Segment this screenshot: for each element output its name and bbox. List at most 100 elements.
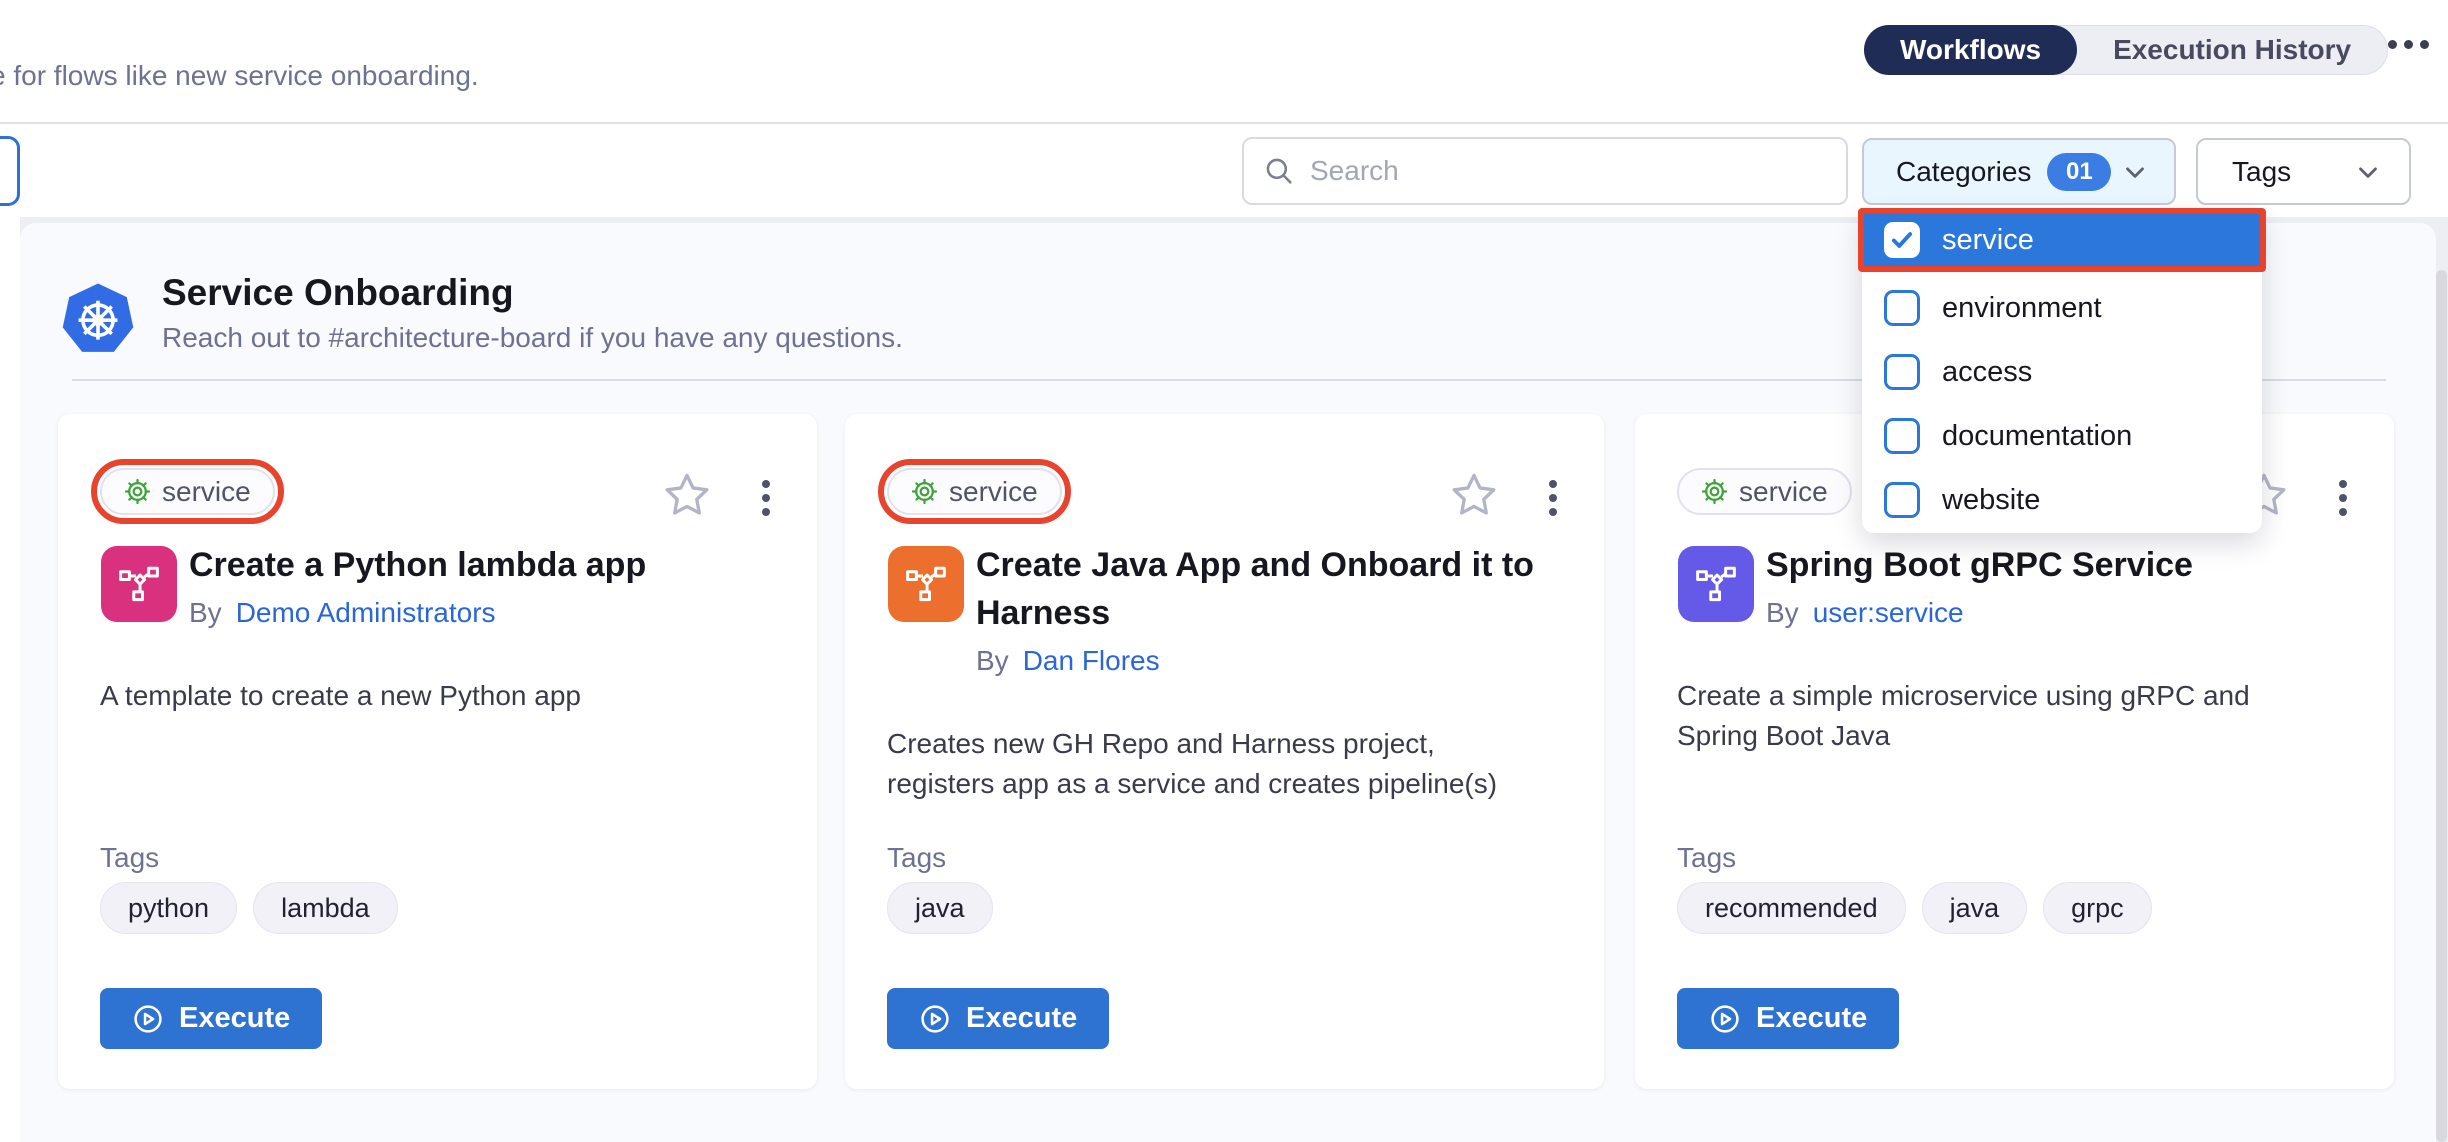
by-label: By <box>189 597 222 629</box>
tag-pill[interactable]: python <box>100 882 237 934</box>
category-chip: service <box>1677 468 1852 515</box>
flowchart-icon <box>118 563 160 605</box>
left-gutter <box>0 217 20 1142</box>
by-label: By <box>1766 597 1799 629</box>
card-menu-icon[interactable] <box>2335 476 2351 520</box>
execute-label: Execute <box>179 1002 290 1035</box>
by-label: By <box>976 645 1009 677</box>
execute-button[interactable]: Execute <box>100 988 322 1049</box>
play-circle-icon <box>919 1003 951 1035</box>
favorite-star-icon[interactable] <box>1449 470 1499 520</box>
section-subtitle: Reach out to #architecture-board if you … <box>162 322 903 354</box>
dropdown-option-documentation[interactable]: documentation <box>1862 404 2262 468</box>
checkbox-unchecked[interactable] <box>1884 290 1920 326</box>
checkbox-unchecked[interactable] <box>1884 482 1920 518</box>
option-label: service <box>1942 224 2034 257</box>
flowchart-icon <box>905 563 947 605</box>
header-divider <box>0 122 2448 124</box>
tab-workflows[interactable]: Workflows <box>1864 25 2077 75</box>
card-title: Spring Boot gRPC Service <box>1766 541 2366 589</box>
workflow-icon-tile <box>101 546 177 622</box>
tags-section-label: Tags <box>1677 842 1736 874</box>
search-box <box>1242 137 1848 205</box>
card-description: A template to create a new Python app <box>100 676 720 716</box>
view-toggle: Workflows Execution History <box>1864 25 2388 75</box>
search-icon <box>1262 154 1296 188</box>
dot <box>2388 40 2397 49</box>
categories-filter-button[interactable]: Categories 01 <box>1862 138 2176 205</box>
tag-pill-row: python lambda <box>100 882 398 934</box>
card-title-block: Create Java App and Onboard it to Harnes… <box>976 541 1576 677</box>
execute-button[interactable]: Execute <box>887 988 1109 1049</box>
cut-off-button[interactable] <box>0 136 20 206</box>
card-description: Creates new GH Repo and Harness project,… <box>887 724 1507 804</box>
workflow-icon-tile <box>1678 546 1754 622</box>
dropdown-option-environment[interactable]: environment <box>1862 276 2262 340</box>
dot <box>2404 40 2413 49</box>
checkbox-checked[interactable] <box>1884 222 1920 258</box>
workflow-card-java-onboard: service Create Java App and Onboard it t… <box>845 414 1604 1089</box>
by-line: By user:service <box>1766 597 2366 629</box>
checkbox-unchecked[interactable] <box>1884 354 1920 390</box>
play-circle-icon <box>1709 1003 1741 1035</box>
category-chip: service <box>100 468 275 515</box>
tag-pill[interactable]: java <box>887 882 993 934</box>
category-chip: service <box>887 468 1062 515</box>
check-icon <box>1889 227 1915 253</box>
tags-section-label: Tags <box>100 842 159 874</box>
dropdown-option-service[interactable]: service <box>1862 211 2262 269</box>
gear-icon <box>1701 478 1728 505</box>
gear-icon <box>911 478 938 505</box>
dot <box>2420 40 2429 49</box>
card-title-block: Create a Python lambda app By Demo Admin… <box>189 541 789 629</box>
card-menu-icon[interactable] <box>758 476 774 520</box>
option-label: access <box>1942 356 2032 389</box>
search-input[interactable] <box>1310 155 1828 187</box>
by-line: By Demo Administrators <box>189 597 789 629</box>
tag-pill[interactable]: grpc <box>2043 882 2152 934</box>
page-description-fragment: e for flows like new service onboarding. <box>0 60 479 92</box>
option-label: documentation <box>1942 420 2132 453</box>
tag-pill-row: recommended java grpc <box>1677 882 2152 934</box>
gear-icon <box>124 478 151 505</box>
option-label: website <box>1942 484 2040 517</box>
categories-label: Categories <box>1896 156 2031 188</box>
flowchart-icon <box>1695 563 1737 605</box>
tag-pill[interactable]: lambda <box>253 882 398 934</box>
checkbox-unchecked[interactable] <box>1884 418 1920 454</box>
favorite-star-icon[interactable] <box>662 470 712 520</box>
author-link[interactable]: Dan Flores <box>1023 645 1160 677</box>
execute-label: Execute <box>966 1002 1077 1035</box>
category-chip-label: service <box>1739 476 1828 508</box>
tags-filter-button[interactable]: Tags <box>2196 138 2411 205</box>
execute-button[interactable]: Execute <box>1677 988 1899 1049</box>
tag-pill[interactable]: java <box>1922 882 2028 934</box>
chevron-down-icon <box>2353 157 2383 187</box>
category-chip-wrap: service <box>1677 468 1852 515</box>
card-title: Create Java App and Onboard it to Harnes… <box>976 541 1576 637</box>
chevron-down-icon <box>2120 157 2150 187</box>
more-options-icon[interactable] <box>2388 40 2429 49</box>
author-link[interactable]: user:service <box>1813 597 1964 629</box>
tags-label: Tags <box>2232 156 2291 188</box>
tab-execution-history[interactable]: Execution History <box>2077 25 2387 75</box>
vertical-scrollbar[interactable] <box>2436 270 2447 1142</box>
dropdown-option-website[interactable]: website <box>1862 468 2262 532</box>
category-chip-label: service <box>949 476 1038 508</box>
option-label: environment <box>1942 292 2102 325</box>
card-description: Create a simple microservice using gRPC … <box>1677 676 2297 756</box>
card-menu-icon[interactable] <box>1545 476 1561 520</box>
play-circle-icon <box>132 1003 164 1035</box>
tags-section-label: Tags <box>887 842 946 874</box>
by-line: By Dan Flores <box>976 645 1576 677</box>
category-chip-wrap: service <box>100 468 275 515</box>
author-link[interactable]: Demo Administrators <box>236 597 496 629</box>
workflow-card-python-lambda: service Create a Python lambda app By De… <box>58 414 817 1089</box>
card-title: Create a Python lambda app <box>189 541 789 589</box>
category-chip-label: service <box>162 476 251 508</box>
tag-pill[interactable]: recommended <box>1677 882 1906 934</box>
dropdown-option-access[interactable]: access <box>1862 340 2262 404</box>
execute-label: Execute <box>1756 1002 1867 1035</box>
categories-dropdown: service environment access documentation… <box>1862 211 2262 533</box>
kubernetes-logo-icon <box>62 281 134 355</box>
